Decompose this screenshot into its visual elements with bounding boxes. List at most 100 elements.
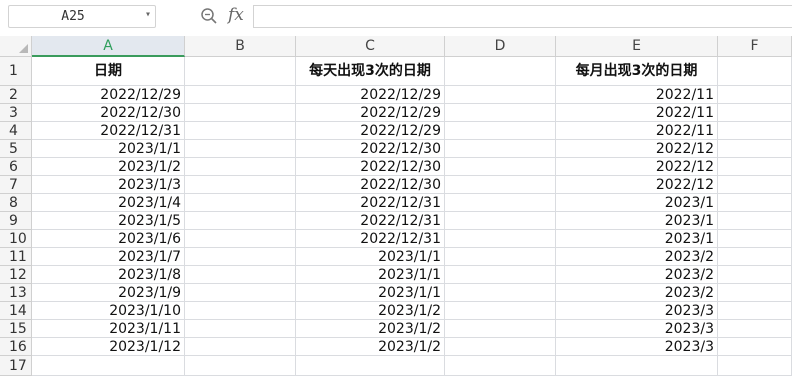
cell-f8[interactable] — [718, 194, 792, 212]
cell-b9[interactable] — [185, 212, 296, 230]
cell-a13[interactable]: 2023/1/9 — [32, 284, 185, 302]
zoom-icon[interactable] — [200, 7, 218, 25]
row-header[interactable]: 13 — [0, 284, 32, 302]
cell-f5[interactable] — [718, 140, 792, 158]
cell-a9[interactable]: 2023/1/5 — [32, 212, 185, 230]
name-box[interactable]: A25 ▾ — [8, 5, 156, 28]
cell-c7[interactable]: 2022/12/30 — [296, 176, 445, 194]
cell-f15[interactable] — [718, 320, 792, 338]
column-header-c[interactable]: C — [296, 36, 445, 57]
cell-e7[interactable]: 2022/12 — [556, 176, 718, 194]
cell-b17[interactable] — [185, 356, 296, 376]
cell-f6[interactable] — [718, 158, 792, 176]
cell-d5[interactable] — [445, 140, 556, 158]
cell-b3[interactable] — [185, 104, 296, 122]
cell-d8[interactable] — [445, 194, 556, 212]
cell-f13[interactable] — [718, 284, 792, 302]
cell-b16[interactable] — [185, 338, 296, 356]
cell-b11[interactable] — [185, 248, 296, 266]
column-header-b[interactable]: B — [185, 36, 296, 57]
row-header[interactable]: 8 — [0, 194, 32, 212]
cell-a11[interactable]: 2023/1/7 — [32, 248, 185, 266]
cell-f11[interactable] — [718, 248, 792, 266]
row-header[interactable]: 3 — [0, 104, 32, 122]
cell-a17[interactable] — [32, 356, 185, 376]
cell-c6[interactable]: 2022/12/30 — [296, 158, 445, 176]
row-header[interactable]: 7 — [0, 176, 32, 194]
cell-d2[interactable] — [445, 86, 556, 104]
cell-f16[interactable] — [718, 338, 792, 356]
cell-d4[interactable] — [445, 122, 556, 140]
row-header[interactable]: 9 — [0, 212, 32, 230]
row-header[interactable]: 5 — [0, 140, 32, 158]
cell-f12[interactable] — [718, 266, 792, 284]
cell-b8[interactable] — [185, 194, 296, 212]
select-all-corner[interactable] — [0, 36, 32, 57]
cell-c4[interactable]: 2022/12/29 — [296, 122, 445, 140]
cell-b13[interactable] — [185, 284, 296, 302]
cell-d9[interactable] — [445, 212, 556, 230]
cell-b10[interactable] — [185, 230, 296, 248]
cell-c12[interactable]: 2023/1/1 — [296, 266, 445, 284]
cell-d3[interactable] — [445, 104, 556, 122]
cell-a15[interactable]: 2023/1/11 — [32, 320, 185, 338]
cell-d13[interactable] — [445, 284, 556, 302]
cell-d1[interactable] — [445, 57, 556, 86]
spreadsheet-grid[interactable]: A B C D E F 1 2 3 4 5 6 7 8 9 10 11 12 13 14 15 16 17 日期 每天出现3次的… — [0, 36, 792, 376]
cell-c10[interactable]: 2022/12/31 — [296, 230, 445, 248]
cell-a14[interactable]: 2023/1/10 — [32, 302, 185, 320]
cell-a5[interactable]: 2023/1/1 — [32, 140, 185, 158]
column-header-a[interactable]: A — [32, 36, 185, 57]
row-header[interactable]: 17 — [0, 356, 32, 376]
row-header[interactable]: 1 — [0, 57, 32, 86]
cell-a3[interactable]: 2022/12/30 — [32, 104, 185, 122]
cell-e14[interactable]: 2023/3 — [556, 302, 718, 320]
cell-f17[interactable] — [718, 356, 792, 376]
cell-a6[interactable]: 2023/1/2 — [32, 158, 185, 176]
cell-c11[interactable]: 2023/1/1 — [296, 248, 445, 266]
column-header-f[interactable]: F — [718, 36, 792, 57]
cell-b12[interactable] — [185, 266, 296, 284]
row-header[interactable]: 11 — [0, 248, 32, 266]
cell-e6[interactable]: 2022/12 — [556, 158, 718, 176]
formula-input[interactable] — [253, 5, 792, 28]
cell-e10[interactable]: 2023/1 — [556, 230, 718, 248]
cell-c1[interactable]: 每天出现3次的日期 — [296, 57, 445, 86]
cell-e1[interactable]: 每月出现3次的日期 — [556, 57, 718, 86]
cell-a4[interactable]: 2022/12/31 — [32, 122, 185, 140]
cell-e8[interactable]: 2023/1 — [556, 194, 718, 212]
cell-d10[interactable] — [445, 230, 556, 248]
cell-a8[interactable]: 2023/1/4 — [32, 194, 185, 212]
cell-b1[interactable] — [185, 57, 296, 86]
cell-b5[interactable] — [185, 140, 296, 158]
cell-c2[interactable]: 2022/12/29 — [296, 86, 445, 104]
cell-a10[interactable]: 2023/1/6 — [32, 230, 185, 248]
cell-b14[interactable] — [185, 302, 296, 320]
cell-c13[interactable]: 2023/1/1 — [296, 284, 445, 302]
cell-e5[interactable]: 2022/12 — [556, 140, 718, 158]
cell-f1[interactable] — [718, 57, 792, 86]
cell-f14[interactable] — [718, 302, 792, 320]
cell-a7[interactable]: 2023/1/3 — [32, 176, 185, 194]
cell-d16[interactable] — [445, 338, 556, 356]
row-header[interactable]: 2 — [0, 86, 32, 104]
cell-b15[interactable] — [185, 320, 296, 338]
cell-d6[interactable] — [445, 158, 556, 176]
cell-b2[interactable] — [185, 86, 296, 104]
column-header-d[interactable]: D — [445, 36, 556, 57]
row-header[interactable]: 16 — [0, 338, 32, 356]
cell-b7[interactable] — [185, 176, 296, 194]
chevron-down-icon[interactable]: ▾ — [145, 9, 151, 20]
cell-f3[interactable] — [718, 104, 792, 122]
cell-d15[interactable] — [445, 320, 556, 338]
cell-d17[interactable] — [445, 356, 556, 376]
column-header-e[interactable]: E — [556, 36, 718, 57]
cell-e16[interactable]: 2023/3 — [556, 338, 718, 356]
cell-f2[interactable] — [718, 86, 792, 104]
row-header[interactable]: 15 — [0, 320, 32, 338]
cell-e17[interactable] — [556, 356, 718, 376]
cell-c15[interactable]: 2023/1/2 — [296, 320, 445, 338]
cell-a2[interactable]: 2022/12/29 — [32, 86, 185, 104]
cell-e3[interactable]: 2022/11 — [556, 104, 718, 122]
cell-a16[interactable]: 2023/1/12 — [32, 338, 185, 356]
